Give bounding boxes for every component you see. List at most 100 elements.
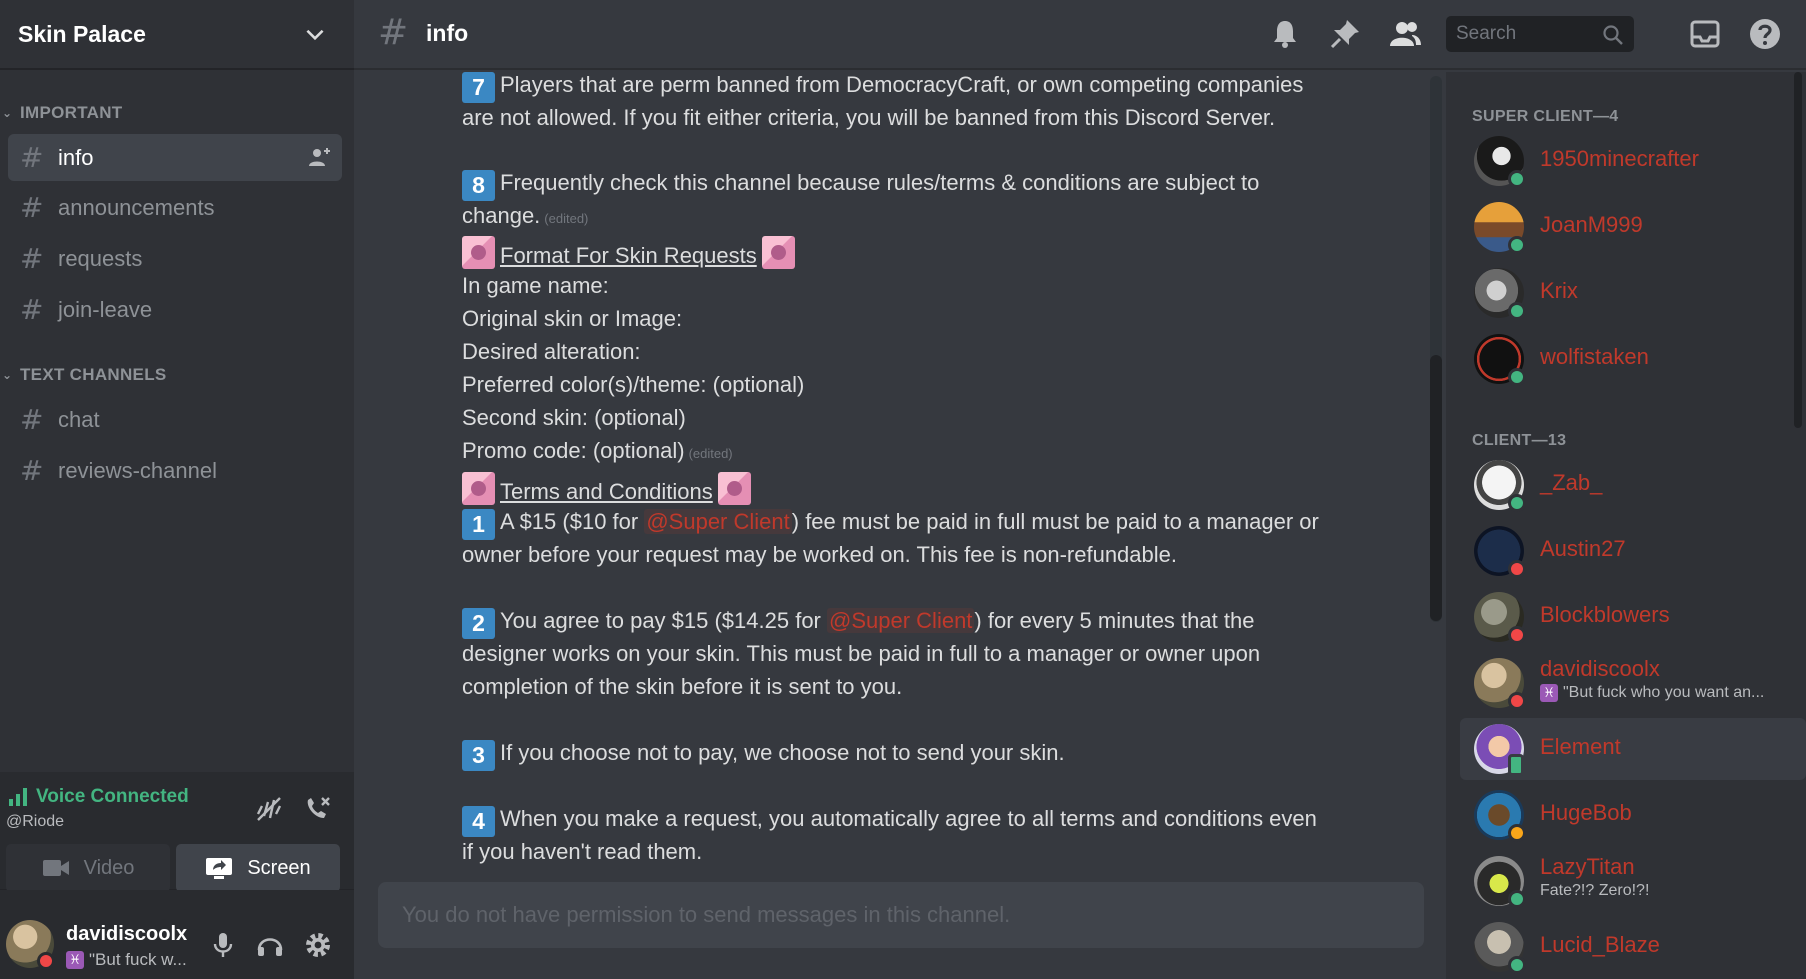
video-button[interactable]: Video: [6, 844, 170, 892]
voice-status-label: Voice Connected: [36, 786, 189, 807]
term-1: 1A $15 ($10 for @Super Client) fee must …: [462, 505, 1319, 540]
members-icon[interactable]: [1388, 17, 1422, 51]
signal-icon: [9, 788, 27, 806]
channel-label: info: [58, 144, 94, 170]
message-scrollbar-thumb[interactable]: [1430, 355, 1442, 621]
online-status-icon: [1508, 956, 1526, 974]
role-mention[interactable]: @Super Client: [644, 509, 792, 534]
channel-chat[interactable]: # chat: [8, 396, 342, 443]
online-status-icon: [1508, 170, 1526, 188]
member-blockblowers[interactable]: Blockblowers: [1460, 586, 1806, 648]
format-field: In game name:: [462, 273, 609, 298]
member-name: _Zab_: [1540, 470, 1603, 495]
message-text: ) fee must be paid in full must be paid …: [791, 509, 1319, 534]
format-field: Preferred color(s)/theme: (optional): [462, 372, 805, 397]
server-header[interactable]: Skin Palace: [0, 0, 354, 70]
disconnect-call-icon[interactable]: [302, 794, 332, 824]
number-7-icon: 7: [462, 72, 495, 103]
custom-status-text: "But fuck w...: [89, 950, 187, 969]
message-text: When you make a request, you automatical…: [500, 806, 1317, 831]
message-text: Frequently check this channel because ru…: [500, 170, 1260, 195]
online-status-icon: [1508, 890, 1526, 908]
message-text: are not allowed. If you fit either crite…: [462, 105, 1276, 130]
term-2: 2 You agree to pay $15 ($14.25 for @Super…: [462, 604, 1254, 639]
add-member-icon[interactable]: [308, 146, 332, 168]
chevron-down-icon[interactable]: [302, 21, 328, 47]
terms-heading: Terms and Conditions: [462, 472, 751, 508]
message-text: completion of the skin before it is sent…: [462, 674, 903, 699]
member-davidiscoolx[interactable]: davidiscoolx ♓ "But fuck who you want an…: [1460, 652, 1806, 714]
user-panel: davidiscoolx ♓ "But fuck w...: [0, 890, 354, 979]
role-mention[interactable]: @Super Client: [827, 608, 975, 633]
rule-7: 7 Players that are perm banned from Democ…: [462, 72, 1303, 103]
message-text: change.: [462, 203, 541, 228]
term-4: 4 When you make a request, you automatica…: [462, 802, 1317, 837]
member-joanm999[interactable]: JoanM999: [1460, 196, 1806, 258]
screen-share-icon: [206, 858, 233, 879]
message-text: ) for every 5 minutes that the: [974, 608, 1255, 633]
member-austin27[interactable]: Austin27: [1460, 520, 1806, 582]
voice-panel: Voice Connected @Riode Video Screen: [0, 772, 354, 892]
member-lazytitan[interactable]: LazyTitan Fate?!? Zero!?!: [1460, 850, 1806, 912]
message-text: You agree to pay $15 ($14.25 for: [500, 608, 821, 633]
online-status-icon: [1508, 236, 1526, 254]
channel-label: requests: [58, 245, 143, 271]
member-element[interactable]: Element: [1460, 718, 1806, 780]
microphone-icon[interactable]: [208, 930, 238, 960]
voice-channel-name[interactable]: @Riode: [6, 813, 64, 831]
screen-share-button[interactable]: Screen: [176, 844, 340, 892]
member-name: davidiscoolx: [1540, 656, 1660, 681]
voice-status[interactable]: Voice Connected: [8, 786, 189, 808]
custom-emoji-icon: [717, 472, 751, 505]
category-important[interactable]: ⌄ IMPORTANT: [0, 98, 122, 128]
format-field: Original skin or Image:: [462, 306, 683, 331]
search-icon: [1603, 25, 1623, 45]
member-name: Element: [1540, 734, 1621, 759]
member-krix[interactable]: Krix: [1460, 262, 1806, 324]
channel-requests[interactable]: # requests: [8, 235, 342, 282]
term-3: 3 If you choose not to pay, we choose not…: [462, 736, 1065, 771]
online-status-icon: [1508, 368, 1526, 386]
number-2-icon: 2: [462, 608, 495, 639]
category-text-channels[interactable]: ⌄ TEXT CHANNELS: [0, 360, 167, 390]
channel-label: reviews-channel: [58, 457, 217, 483]
search-placeholder: Search: [1456, 23, 1517, 44]
gear-icon[interactable]: [303, 930, 333, 960]
number-3-icon: 3: [462, 740, 495, 771]
channel-join-leave[interactable]: # join-leave: [8, 286, 342, 333]
server-name: Skin Palace: [18, 20, 146, 47]
pin-icon[interactable]: [1328, 17, 1362, 51]
member-zab[interactable]: _Zab_: [1460, 454, 1806, 516]
bell-icon[interactable]: [1268, 17, 1302, 51]
camera-icon: [42, 860, 69, 876]
member-1950minecrafter[interactable]: 1950minecrafter: [1460, 130, 1806, 192]
rule-8: 8 Frequently check this channel because r…: [462, 166, 1259, 201]
role-header-client: CLIENT—13: [1472, 432, 1567, 449]
number-4-icon: 4: [462, 806, 495, 837]
search-input[interactable]: Search: [1446, 16, 1634, 52]
member-name: 1950minecrafter: [1540, 146, 1699, 171]
noise-suppression-icon[interactable]: [254, 794, 284, 824]
member-wolfistaken[interactable]: wolfistaken: [1460, 328, 1806, 390]
channel-title: info: [426, 20, 469, 46]
headphones-icon[interactable]: [255, 930, 285, 960]
channel-reviews[interactable]: # reviews-channel: [8, 447, 342, 494]
member-lucid-blaze[interactable]: Lucid_Blaze: [1460, 916, 1806, 978]
hash-icon: #: [20, 454, 44, 487]
number-8-icon: 8: [462, 170, 495, 201]
edited-tag: (edited): [544, 211, 589, 226]
channel-info[interactable]: # info: [8, 134, 342, 181]
help-icon[interactable]: [1748, 17, 1782, 51]
message-text: If you choose not to pay, we choose not …: [500, 740, 1065, 765]
role-header-super-client: SUPER CLIENT—4: [1472, 108, 1619, 125]
member-hugebob[interactable]: HugeBob: [1460, 784, 1806, 846]
inbox-icon[interactable]: [1688, 17, 1722, 51]
message-list: 7 Players that are perm banned from Democ…: [354, 72, 1446, 872]
mobile-online-icon: [1508, 754, 1524, 776]
member-name: Austin27: [1540, 536, 1626, 561]
member-custom-status: Fate?!? Zero!?!: [1540, 882, 1649, 900]
channel-label: announcements: [58, 194, 215, 220]
message-text: owner before your request may be worked …: [462, 542, 1177, 567]
dnd-status-icon: [1508, 560, 1526, 578]
channel-announcements[interactable]: # announcements: [8, 184, 342, 231]
